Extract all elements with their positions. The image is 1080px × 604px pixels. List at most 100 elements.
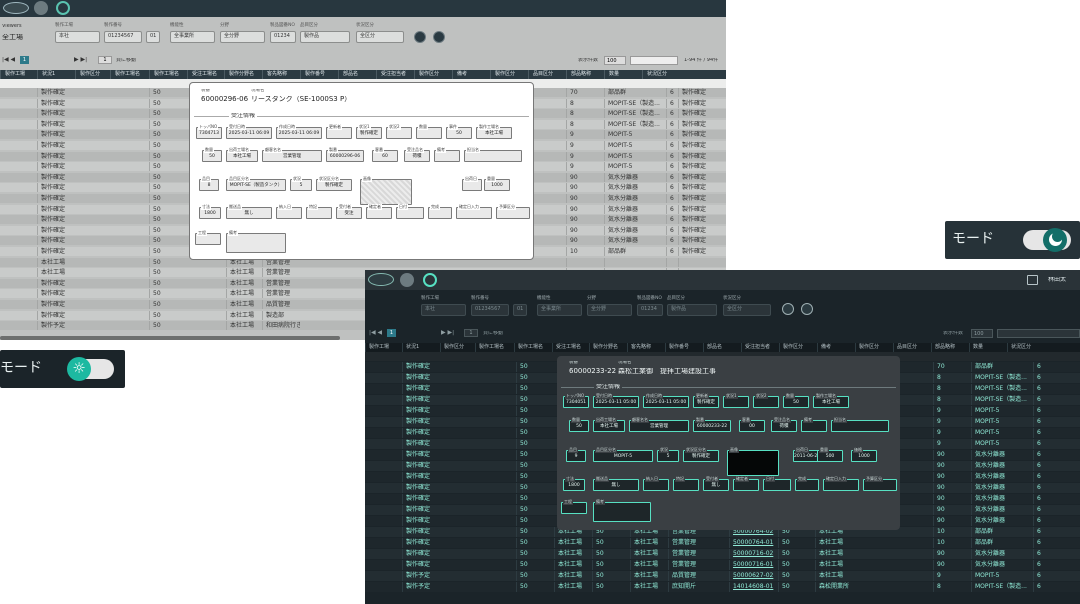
order-no: 60000233-22 bbox=[569, 368, 617, 375]
column-header[interactable]: 製作工場名 bbox=[514, 343, 552, 352]
filter-field[interactable]: 全分野 bbox=[587, 304, 632, 316]
column-header[interactable]: 部品名 bbox=[703, 343, 741, 352]
column-header[interactable]: 製作工場名 bbox=[149, 70, 187, 79]
filter-field[interactable]: 製作品 bbox=[300, 31, 350, 43]
table-row[interactable]: 製作予定 50 本社工場 50 本社工場 品質管理 50000627-02 50 本社工場 9 MO… bbox=[365, 571, 1080, 581]
column-header[interactable]: 客先略称 bbox=[627, 343, 665, 352]
globe-icon[interactable] bbox=[423, 273, 437, 287]
table-cell[interactable]: 50000627-02 bbox=[729, 571, 777, 581]
column-header[interactable]: 製作区分 bbox=[779, 343, 817, 352]
globe-icon[interactable] bbox=[56, 1, 70, 15]
column-header[interactable]: 製作工場名 bbox=[110, 70, 149, 79]
column-header[interactable]: 受注工場名 bbox=[187, 70, 224, 79]
column-header[interactable]: 備考 bbox=[817, 343, 855, 352]
column-header[interactable]: 状況1 bbox=[37, 70, 75, 79]
user-name: 林田太 bbox=[1048, 277, 1067, 283]
filter-field[interactable]: 全分野 bbox=[220, 31, 265, 43]
pager-search-input[interactable] bbox=[630, 56, 678, 65]
first-page-icon[interactable]: |◀ ◀ bbox=[2, 57, 15, 63]
column-header[interactable]: 部品名 bbox=[338, 70, 376, 79]
filter-field[interactable]: 01234 bbox=[637, 304, 663, 316]
column-header[interactable]: 製作番号 bbox=[300, 70, 338, 79]
table-cell: 6 bbox=[1033, 494, 1055, 504]
filter-field[interactable]: 本社 bbox=[421, 304, 466, 316]
column-header[interactable]: 製作番号 bbox=[665, 343, 703, 352]
table-cell[interactable]: 50000764-01 bbox=[729, 538, 777, 548]
show-count-select[interactable]: 100 bbox=[604, 56, 626, 65]
column-header[interactable]: 製作工場名 bbox=[475, 343, 514, 352]
first-page-icon[interactable]: |◀ ◀ bbox=[369, 330, 382, 336]
page-input[interactable]: 1 bbox=[464, 329, 478, 337]
table-cell: 製作確定 bbox=[37, 300, 75, 309]
page-input[interactable]: 1 bbox=[98, 56, 112, 64]
column-header[interactable]: 製作工場 bbox=[0, 70, 37, 79]
show-count-select[interactable]: 100 bbox=[971, 329, 993, 338]
column-header[interactable]: 状況1 bbox=[402, 343, 440, 352]
column-header[interactable]: 部品略称 bbox=[931, 343, 969, 352]
filter-field[interactable]: 全事業所 bbox=[170, 31, 215, 43]
column-header[interactable]: 製作区分 bbox=[440, 343, 475, 352]
filter-field[interactable]: 全事業所 bbox=[537, 304, 582, 316]
column-header[interactable]: 客先略称 bbox=[262, 70, 300, 79]
filter-field[interactable]: 01234 bbox=[270, 31, 296, 43]
column-header[interactable]: 製作区分 bbox=[414, 70, 452, 79]
table-row[interactable]: 製作確定 50 本社工場 50 本社工場 営業管理 50000716-02 50 本社工場 90 気… bbox=[365, 549, 1080, 559]
column-header[interactable]: 製作分野名 bbox=[224, 70, 262, 79]
last-page-icon[interactable]: ▶ ▶| bbox=[74, 57, 87, 63]
gear-icon[interactable] bbox=[34, 1, 48, 15]
column-header[interactable]: 製作工場 bbox=[365, 343, 402, 352]
table-cell: MOPIT-5 bbox=[604, 162, 664, 172]
dialog-field[interactable] bbox=[593, 502, 651, 522]
column-header[interactable]: 数量 bbox=[604, 70, 642, 79]
filter-field[interactable]: 01 bbox=[513, 304, 527, 316]
dialog-field[interactable] bbox=[226, 233, 286, 253]
table-cell: 90 bbox=[933, 549, 971, 559]
column-header[interactable]: 受注工場名 bbox=[552, 343, 589, 352]
last-page-icon[interactable]: ▶ ▶| bbox=[441, 330, 454, 336]
light-mode-toggle[interactable]: ☼ bbox=[67, 357, 114, 381]
dialog-field-label: 品目 bbox=[201, 176, 211, 182]
dialog-field[interactable] bbox=[360, 179, 412, 205]
table-cell[interactable]: 14014608-01 bbox=[729, 582, 777, 592]
column-header[interactable]: 数量 bbox=[969, 343, 1007, 352]
column-header[interactable]: 備考 bbox=[452, 70, 490, 79]
column-header[interactable]: 受注担当者 bbox=[741, 343, 779, 352]
column-header[interactable]: 品目区分 bbox=[893, 343, 931, 352]
filter-field[interactable]: 全区分 bbox=[723, 304, 771, 316]
dialog-field[interactable] bbox=[727, 450, 779, 476]
current-page[interactable]: 1 bbox=[20, 56, 29, 64]
table-cell: 50 bbox=[149, 268, 187, 278]
gear-icon[interactable] bbox=[400, 273, 414, 287]
column-header[interactable]: 品目区分 bbox=[528, 70, 566, 79]
scrollbar[interactable] bbox=[0, 336, 340, 340]
table-row[interactable]: 製作確定 50 本社工場 50 本社工場 営業管理 50000764-01 50 本社工場 10 部… bbox=[365, 538, 1080, 548]
table-cell[interactable]: 50000716-01 bbox=[729, 560, 777, 570]
dark-mode-toggle[interactable] bbox=[1023, 228, 1071, 252]
filter-field[interactable]: 01 bbox=[146, 31, 160, 43]
column-header[interactable]: 製作区分 bbox=[490, 70, 528, 79]
column-header[interactable]: 製作区分 bbox=[855, 343, 893, 352]
download-icon[interactable] bbox=[433, 31, 445, 43]
panel-icon[interactable] bbox=[1027, 275, 1038, 285]
pager-search-input[interactable] bbox=[997, 329, 1080, 338]
column-header[interactable]: 受注担当者 bbox=[376, 70, 414, 79]
column-header[interactable]: 部品略称 bbox=[566, 70, 604, 79]
filter-field[interactable]: 全区分 bbox=[356, 31, 404, 43]
filter-field[interactable]: 01234567 bbox=[104, 31, 142, 43]
table-cell: 50 bbox=[149, 215, 187, 225]
current-page[interactable]: 1 bbox=[387, 329, 396, 337]
table-row[interactable]: 製作確定 50 本社工場 50 本社工場 営業管理 50000716-01 50 本社工場 90 気… bbox=[365, 560, 1080, 570]
column-header[interactable]: 状況区分 bbox=[1007, 343, 1045, 352]
filter-field[interactable]: 本社 bbox=[55, 31, 100, 43]
filter-field[interactable]: 製作品 bbox=[667, 304, 717, 316]
search-icon[interactable] bbox=[414, 31, 426, 43]
filter-field[interactable]: 01234567 bbox=[471, 304, 509, 316]
table-cell: 製作確定 bbox=[402, 373, 440, 383]
column-header[interactable]: 状況区分 bbox=[642, 70, 680, 79]
column-header[interactable]: 製作区分 bbox=[75, 70, 110, 79]
search-icon[interactable] bbox=[782, 303, 794, 315]
table-row[interactable]: 製作予定 50 本社工場 50 本社工場 庶知開斤 14014608-01 50 森松開業所 8 M… bbox=[365, 582, 1080, 592]
download-icon[interactable] bbox=[801, 303, 813, 315]
column-header[interactable]: 製作分野名 bbox=[589, 343, 627, 352]
table-cell[interactable]: 50000716-02 bbox=[729, 549, 777, 559]
